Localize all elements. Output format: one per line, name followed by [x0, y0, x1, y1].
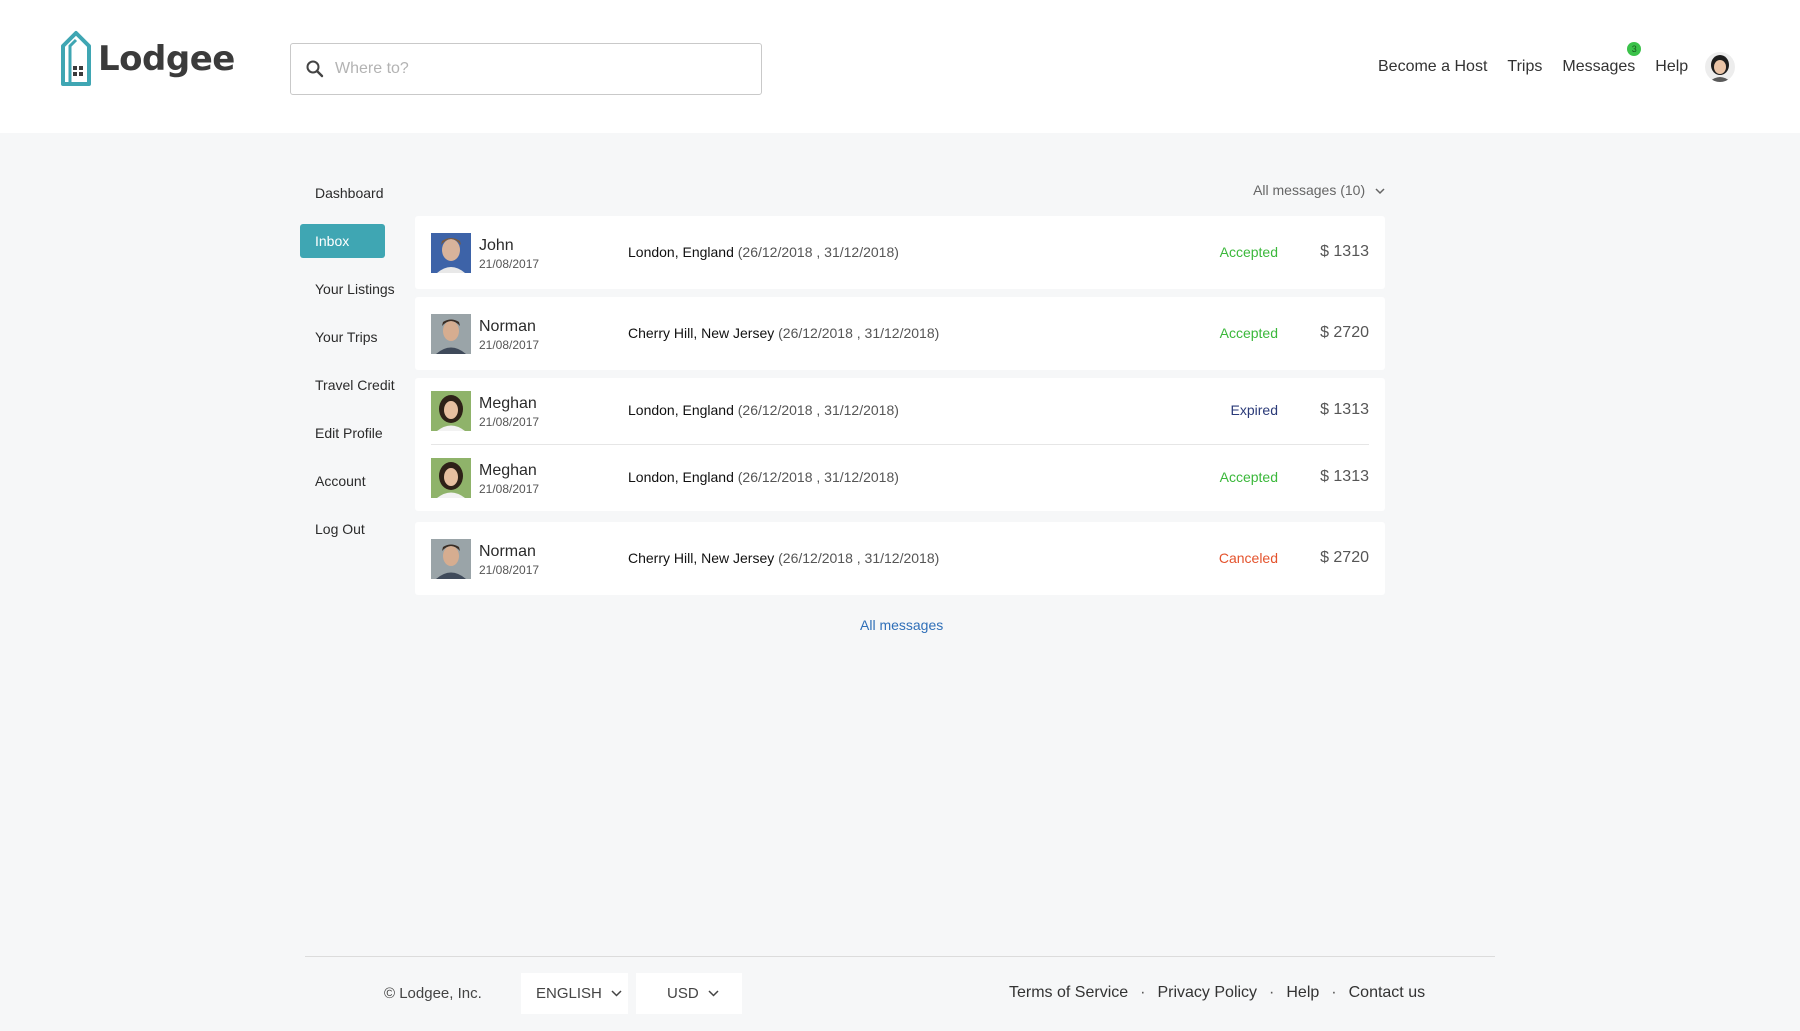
message-row[interactable]: Norman 21/08/2017 Cherry Hill, New Jerse… — [415, 297, 1385, 370]
user-avatar-image — [1705, 52, 1735, 82]
terms-of-service-link[interactable]: Terms of Service — [1009, 984, 1128, 1002]
sidebar-item-inbox[interactable]: Inbox — [300, 224, 385, 258]
message-date: 21/08/2017 — [479, 337, 540, 352]
trips-link[interactable]: Trips — [1507, 58, 1542, 76]
footer-divider — [305, 956, 1495, 957]
copyright-text: © Lodgee, Inc. — [384, 985, 482, 1002]
message-row[interactable]: Meghan 21/08/2017 London, England (26/12… — [415, 445, 1385, 511]
logo-text: Lodgee — [98, 39, 235, 79]
message-date: 21/08/2017 — [479, 256, 540, 271]
chevron-down-icon — [708, 990, 719, 997]
booking-status: Accepted — [1219, 469, 1278, 485]
booking-status: Accepted — [1219, 324, 1278, 341]
booking-price: $ 1313 — [1320, 468, 1369, 485]
booking-status: Canceled — [1218, 549, 1278, 566]
search-icon — [306, 60, 324, 78]
language-value: ENGLISH — [536, 985, 602, 1002]
location-name: Cherry Hill, New Jersey — [628, 324, 775, 341]
trip-dates: (26/12/2018 , 31/12/2018) — [778, 549, 940, 566]
user-avatar[interactable] — [1705, 52, 1735, 82]
guest-avatar — [431, 458, 471, 498]
trip-location: Cherry Hill, New Jersey (26/12/2018 , 31… — [628, 550, 939, 566]
message-card: John 21/08/2017 London, England (26/12/2… — [415, 216, 1385, 289]
message-row[interactable]: Norman 21/08/2017 Cherry Hill, New Jerse… — [415, 522, 1385, 595]
trip-dates: (26/12/2018 , 31/12/2018) — [737, 243, 899, 260]
location-name: London, England — [628, 402, 734, 418]
currency-value: USD — [667, 985, 699, 1002]
search-input[interactable] — [335, 49, 735, 89]
top-nav: Become a Host Trips Messages 3 Help — [1378, 42, 1688, 79]
guest-avatar — [431, 538, 471, 579]
guest-name: Norman — [479, 542, 536, 560]
messages-filter-dropdown[interactable]: All messages (10) — [1200, 182, 1385, 198]
messages-badge: 3 — [1627, 42, 1642, 56]
message-card: Norman 21/08/2017 Cherry Hill, New Jerse… — [415, 522, 1385, 595]
help-link[interactable]: Help — [1655, 58, 1688, 76]
guest-name: John — [479, 236, 514, 254]
trip-location: London, England (26/12/2018 , 31/12/2018… — [628, 402, 899, 418]
language-select[interactable]: ENGLISH — [521, 973, 628, 1014]
message-date: 21/08/2017 — [479, 562, 540, 577]
message-date: 21/08/2017 — [479, 482, 540, 496]
logo[interactable]: Lodgee — [60, 30, 235, 88]
messages-label: Messages — [1562, 58, 1636, 75]
sidebar-item-dashboard[interactable]: Dashboard — [300, 176, 400, 210]
guest-name: Meghan — [479, 462, 537, 479]
all-messages-link[interactable]: All messages — [860, 617, 943, 633]
sidebar-item-log-out[interactable]: Log Out — [300, 512, 400, 546]
sidebar-item-travel-credit[interactable]: Travel Credit — [300, 368, 400, 402]
contact-us-link[interactable]: Contact us — [1349, 984, 1425, 1002]
sidebar-nav: Dashboard Inbox Your Listings Your Trips… — [300, 176, 400, 560]
trip-dates: (26/12/2018 , 31/12/2018) — [778, 324, 940, 341]
privacy-policy-link[interactable]: Privacy Policy — [1157, 984, 1257, 1002]
booking-status: Expired — [1230, 402, 1278, 418]
location-name: London, England — [628, 243, 734, 260]
link-separator: · — [1140, 984, 1146, 1001]
guest-avatar — [431, 391, 471, 431]
message-card: Meghan 21/08/2017 London, England (26/12… — [415, 378, 1385, 511]
message-date: 21/08/2017 — [479, 415, 540, 429]
top-header: Lodgee Become a Host Trips Messages 3 He… — [0, 0, 1800, 133]
sidebar-item-your-listings[interactable]: Your Listings — [300, 272, 400, 306]
sidebar-item-edit-profile[interactable]: Edit Profile — [300, 416, 400, 450]
link-separator: · — [1331, 984, 1337, 1001]
message-row[interactable]: John 21/08/2017 London, England (26/12/2… — [415, 216, 1385, 289]
guest-avatar — [431, 232, 471, 273]
sidebar-item-account[interactable]: Account — [300, 464, 400, 498]
message-card: Norman 21/08/2017 Cherry Hill, New Jerse… — [415, 297, 1385, 370]
currency-select[interactable]: USD — [636, 973, 742, 1014]
location-name: Cherry Hill, New Jersey — [628, 549, 775, 566]
house-logo-icon — [61, 31, 91, 86]
guest-name: Meghan — [479, 395, 537, 412]
trip-location: London, England (26/12/2018 , 31/12/2018… — [628, 469, 899, 485]
link-separator: · — [1269, 984, 1275, 1001]
guest-name: Norman — [479, 317, 536, 335]
trip-location: Cherry Hill, New Jersey (26/12/2018 , 31… — [628, 325, 939, 341]
trip-location: London, England (26/12/2018 , 31/12/2018… — [628, 244, 899, 260]
trip-dates: (26/12/2018 , 31/12/2018) — [737, 469, 899, 485]
chevron-down-icon — [1375, 188, 1385, 194]
chevron-down-icon — [611, 990, 622, 997]
become-host-link[interactable]: Become a Host — [1378, 58, 1487, 76]
footer-help-link[interactable]: Help — [1286, 984, 1319, 1002]
guest-avatar — [431, 313, 471, 354]
messages-filter-label: All messages (10) — [1253, 182, 1366, 198]
booking-price: $ 2720 — [1320, 323, 1369, 341]
message-row[interactable]: Meghan 21/08/2017 London, England (26/12… — [415, 378, 1385, 444]
booking-price: $ 1313 — [1320, 401, 1369, 418]
booking-price: $ 2720 — [1320, 548, 1369, 566]
search-box[interactable] — [290, 43, 762, 95]
location-name: London, England — [628, 469, 734, 485]
footer-links: Terms of Service · Privacy Policy · Help… — [1009, 984, 1425, 1002]
sidebar-item-your-trips[interactable]: Your Trips — [300, 320, 400, 354]
messages-link[interactable]: Messages 3 — [1562, 42, 1642, 76]
booking-status: Accepted — [1219, 243, 1278, 260]
booking-price: $ 1313 — [1320, 242, 1369, 260]
trip-dates: (26/12/2018 , 31/12/2018) — [737, 402, 899, 418]
